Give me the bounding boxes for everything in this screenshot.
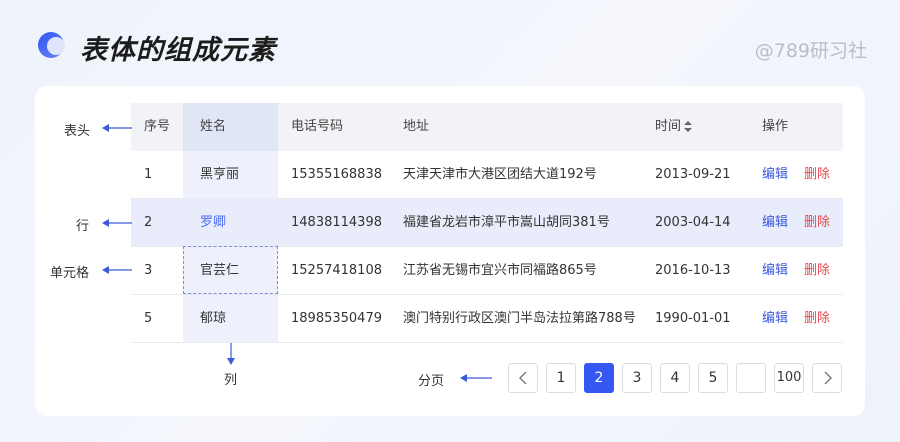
page-button[interactable]: 1 (546, 363, 576, 393)
header-actions: 操作 (762, 119, 789, 134)
sort-icon[interactable] (684, 121, 693, 132)
edit-link[interactable]: 编辑 (762, 151, 788, 199)
next-page-button[interactable] (812, 363, 842, 393)
page-button[interactable]: 100 (774, 363, 804, 393)
cell-address: 澳门特别行政区澳门半岛法拉第路788号 (403, 311, 636, 326)
cell-index: 5 (144, 311, 153, 326)
header-date-label: 时间 (655, 119, 682, 134)
watermark: @789研习社 (754, 40, 867, 62)
delete-link[interactable]: 删除 (804, 199, 830, 247)
edit-link[interactable]: 编辑 (762, 247, 788, 295)
page-button[interactable]: 5 (698, 363, 728, 393)
header-date[interactable]: 时间 (655, 103, 693, 151)
header-name: 姓名 (200, 119, 227, 134)
arrow-left-icon (102, 124, 132, 132)
arrow-down-icon (227, 343, 235, 365)
table-row-selected[interactable]: 2 14838114398 福建省龙岩市漳平市嵩山胡同381号 2003-04-… (131, 199, 843, 247)
cell-highlight-box (183, 246, 278, 294)
header-address: 地址 (403, 119, 430, 134)
arrow-left-icon (102, 219, 132, 227)
edit-link[interactable]: 编辑 (762, 295, 788, 343)
cell-address: 江苏省无锡市宜兴市同福路865号 (403, 263, 597, 278)
edit-link[interactable]: 编辑 (762, 199, 788, 247)
prev-page-button[interactable] (508, 363, 538, 393)
cell-phone: 15355168838 (291, 167, 382, 182)
cell-date: 2016-10-13 (655, 263, 731, 278)
cell-date: 2003-04-14 (655, 215, 731, 230)
logo-icon (38, 32, 65, 58)
cell-index: 2 (144, 215, 153, 230)
delete-link[interactable]: 删除 (804, 295, 830, 343)
cell-address: 天津天津市大港区团结大道192号 (403, 167, 597, 182)
page-title: 表体的组成元素 (80, 35, 276, 66)
cell-date: 1990-01-01 (655, 311, 731, 326)
table-row[interactable]: 5 18985350479 澳门特别行政区澳门半岛法拉第路788号 1990-0… (131, 295, 843, 343)
cell-name: 黑亨丽 (200, 167, 240, 182)
cell-phone: 18985350479 (291, 311, 382, 326)
annotation-row: 行 (76, 219, 90, 234)
page-ellipsis-button[interactable] (736, 363, 766, 393)
header-phone: 电话号码 (291, 119, 344, 134)
annotation-cell: 单元格 (50, 266, 90, 281)
annotation-header: 表头 (64, 124, 91, 139)
chevron-right-icon (824, 371, 832, 385)
cell-name: 郁琼 (200, 311, 227, 326)
chevron-left-icon (519, 371, 527, 385)
page-button-current[interactable]: 2 (584, 363, 614, 393)
cell-date: 2013-09-21 (655, 167, 731, 182)
cell-phone: 15257418108 (291, 263, 382, 278)
arrow-left-icon (102, 266, 132, 274)
delete-link[interactable]: 删除 (804, 151, 830, 199)
pagination: 1 2 3 4 5 100 (0, 363, 900, 393)
cell-index: 3 (144, 263, 153, 278)
cell-index: 1 (144, 167, 153, 182)
cell-name: 罗卿 (200, 215, 227, 230)
page-button[interactable]: 3 (622, 363, 652, 393)
header-index: 序号 (144, 119, 171, 134)
name-column-header-bg (183, 103, 278, 151)
cell-address: 福建省龙岩市漳平市嵩山胡同381号 (403, 215, 610, 230)
cell-phone: 14838114398 (291, 215, 382, 230)
delete-link[interactable]: 删除 (804, 247, 830, 295)
page-button[interactable]: 4 (660, 363, 690, 393)
